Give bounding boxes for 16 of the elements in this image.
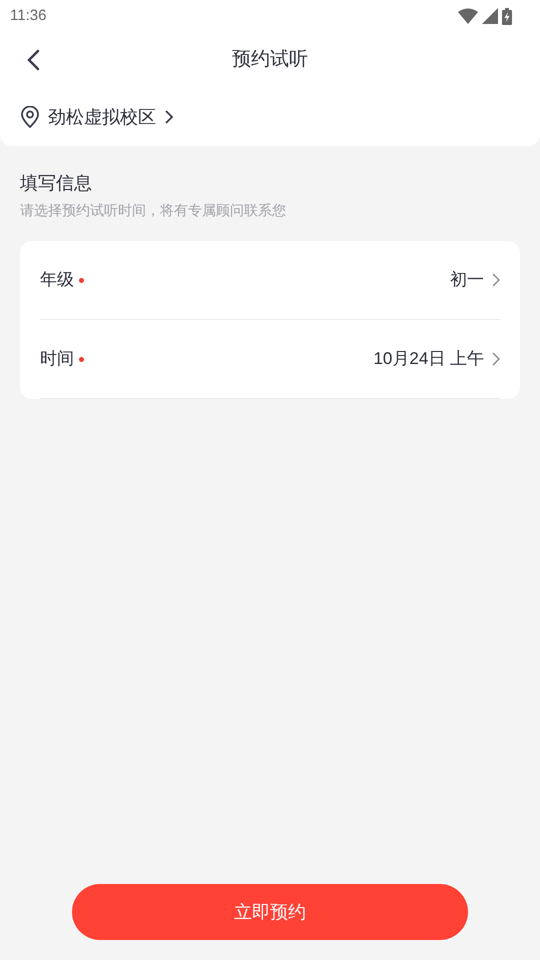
wifi-icon (458, 8, 478, 24)
campus-selector[interactable]: 劲松虚拟校区 (48, 104, 156, 130)
field-label: 时间 (40, 348, 74, 370)
chevron-right-icon (492, 352, 500, 366)
signal-icon (482, 8, 498, 24)
section-title: 填写信息 (20, 172, 93, 194)
page-title: 预约试听 (232, 48, 308, 72)
battery-icon (502, 8, 512, 24)
location-pin-icon (20, 106, 40, 128)
section-subtitle: 请选择预约试听时间，将有专属顾问联系您 (20, 201, 287, 220)
chevron-right-icon (164, 110, 174, 124)
status-time: 11:36 (10, 6, 46, 26)
field-value[interactable]: 10月24日 上午 (373, 346, 484, 372)
chevron-right-icon (492, 273, 500, 287)
field-value[interactable]: 初一 (450, 267, 484, 293)
field-label: 年级 (40, 269, 74, 292)
